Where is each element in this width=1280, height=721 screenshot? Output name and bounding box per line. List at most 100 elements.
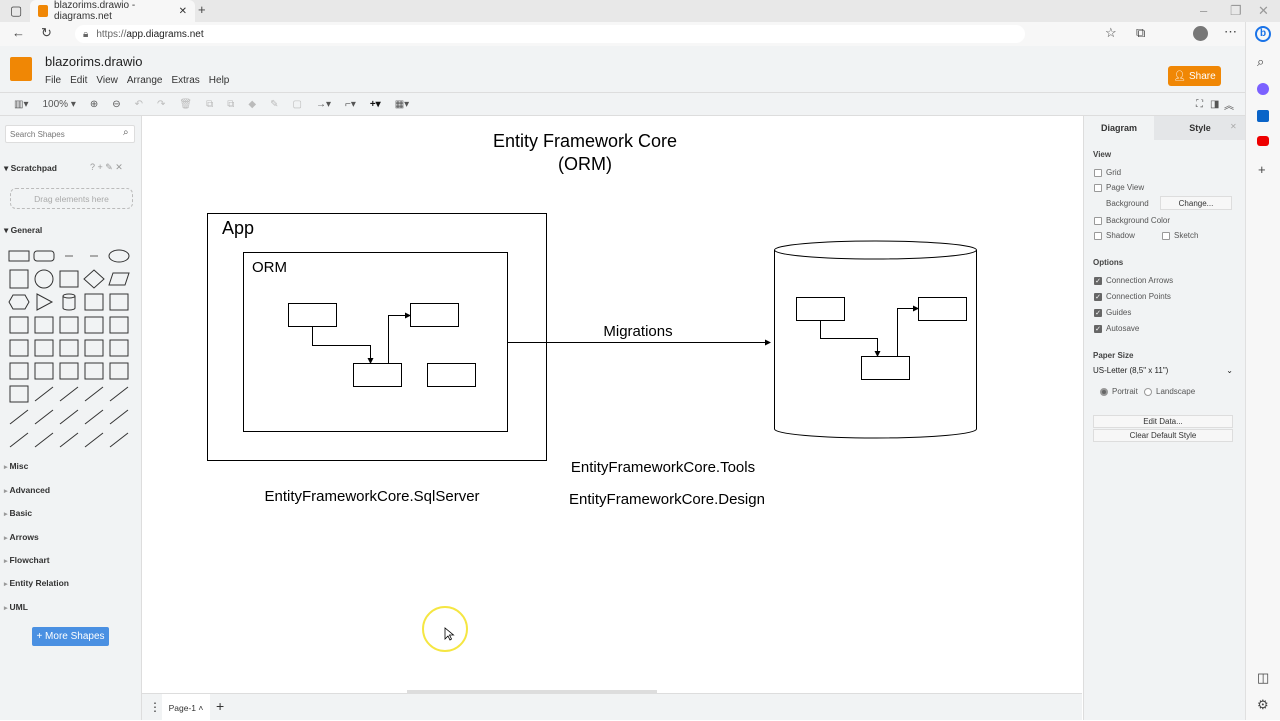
copilot-icon[interactable] [1257,83,1269,95]
close-tab-icon[interactable]: ✕ [179,6,187,17]
shape-ellipse[interactable] [107,246,131,266]
favorites-icon[interactable]: ☆ [1105,25,1117,41]
shape-and[interactable] [7,361,31,381]
shape-list[interactable] [7,384,31,404]
diagram-title[interactable]: Entity Framework Core [493,131,677,151]
scratchpad-actions-icons[interactable]: ? + ✎ ✕ [90,162,123,173]
sidebar-toggle-icon[interactable]: ◫ [1257,670,1269,686]
shape-dash-arrow[interactable] [57,430,81,450]
menu-arrange[interactable]: Arrange [127,75,163,86]
category-arrows[interactable]: Arrows [4,532,38,542]
shape-tab[interactable] [82,361,106,381]
fullscreen-icon[interactable]: ⛶ [1196,99,1203,110]
menu-file[interactable]: File [45,75,61,86]
tab-diagram[interactable]: Diagram [1084,116,1154,140]
shape-actor[interactable] [82,338,106,358]
sqlserver-package-label[interactable]: EntityFrameworkCore.SqlServer [264,488,479,505]
sketch-checkbox[interactable]: Sketch [1162,231,1198,240]
change-background-button[interactable]: Change... [1160,196,1232,210]
delete-icon[interactable]: 🗑︎ [179,99,192,110]
design-package-label[interactable]: EntityFrameworkCore.Design [569,491,765,508]
guides-checkbox[interactable]: ✓ Guides [1094,308,1131,317]
connection-icon[interactable]: →▾ [316,99,331,110]
category-flowchart[interactable]: Flowchart [4,555,49,565]
category-basic[interactable]: Basic [4,508,32,518]
connection-arrows-checkbox[interactable]: ✓ Connection Arrows [1094,276,1173,285]
shape-dashed-line[interactable] [7,407,31,427]
shape-cylinder[interactable] [57,292,81,312]
close-panel-icon[interactable]: ✕ [1230,122,1237,131]
clear-default-style-button[interactable]: Clear Default Style [1093,429,1233,442]
to-back-icon[interactable]: ⧉ [227,99,234,110]
autosave-checkbox[interactable]: ✓ Autosave [1094,324,1139,333]
tab-actions-icon[interactable]: ▢ [10,3,22,19]
shape-rect[interactable] [7,246,31,266]
shape-link[interactable] [107,430,131,450]
page-view-checkbox[interactable]: Page View [1094,183,1144,192]
more-icon[interactable]: ⋯ [1224,24,1237,40]
share-button[interactable]: 👤︎ Share [1168,66,1221,86]
to-front-icon[interactable]: ⧉ [206,99,213,110]
zoom-select[interactable]: 100% ▾ [42,99,75,110]
outlook-icon[interactable] [1257,110,1269,122]
shape-bidir-arrow[interactable] [82,384,106,404]
search-icon[interactable]: ⌕ [1257,54,1264,70]
diagram-canvas[interactable]: Entity Framework Core (ORM) App ORM Migr… [142,116,1082,693]
collapse-icon[interactable]: ︽ [1224,97,1234,112]
add-page-icon[interactable]: + [216,698,224,714]
orm-container[interactable] [243,252,508,432]
orm-inner-shapes[interactable] [288,303,476,387]
back-icon[interactable]: ← [12,25,25,40]
shadow-checkbox[interactable]: Shadow [1094,231,1135,240]
shape-thick-line[interactable] [7,430,31,450]
category-uml[interactable]: UML [4,602,27,612]
file-title[interactable]: blazorims.drawio [45,54,143,69]
close-window-icon[interactable]: ✕ [1258,3,1269,19]
page-tab[interactable]: Page-1 ˄ [162,694,210,721]
shape-text[interactable] [57,246,81,266]
scratchpad-drop-zone[interactable]: Drag elements here [10,188,133,209]
fill-color-icon[interactable]: ◆ [248,99,256,110]
app-container[interactable] [207,213,547,461]
shape-process[interactable] [57,269,81,289]
pages-menu-icon[interactable]: ⋮ [149,700,161,714]
shape-step[interactable] [57,315,81,335]
shape-textbox[interactable] [82,246,106,266]
shape-callout[interactable] [57,338,81,358]
app-label[interactable]: App [222,218,254,238]
portrait-radio[interactable]: Portrait [1100,387,1138,396]
shape-cloud[interactable] [82,292,106,312]
category-advanced[interactable]: Advanced [4,485,50,495]
grid-checkbox[interactable]: Grid [1094,168,1121,177]
shape-tape[interactable] [107,315,131,335]
shape-frame[interactable] [107,361,131,381]
landscape-radio[interactable]: Landscape [1144,387,1195,396]
edit-data-button[interactable]: Edit Data... [1093,415,1233,428]
shape-line-h[interactable] [32,384,56,404]
shape-document[interactable] [107,292,131,312]
view-panels-icon[interactable]: ▥▾ [14,99,28,110]
url-field[interactable]: 🔒︎ https://app.diagrams.net [75,25,1025,43]
shape-or[interactable] [107,338,131,358]
diagram-subtitle[interactable]: (ORM) [558,154,612,174]
paper-size-select[interactable]: US-Letter (8,5" x 11") ⌄ [1093,366,1233,375]
category-entity-relation[interactable]: Entity Relation [4,578,69,588]
shape-card[interactable] [32,338,56,358]
waypoints-icon[interactable]: ⌐▾ [345,99,356,110]
shape-cube[interactable] [32,315,56,335]
shape-triangle[interactable] [32,292,56,312]
orm-label[interactable]: ORM [252,259,287,276]
shape-dotted-line[interactable] [32,407,56,427]
table-icon[interactable]: ▦▾ [395,99,409,110]
search-shapes-input[interactable] [5,125,135,143]
menu-edit[interactable]: Edit [70,75,87,86]
line-color-icon[interactable]: ✎ [270,99,278,110]
shape-line[interactable] [57,407,81,427]
shape-square2[interactable] [57,361,81,381]
add-icon[interactable]: + [1258,162,1266,177]
shape-trapezoid[interactable] [82,315,106,335]
minimize-icon[interactable]: – [1200,3,1207,18]
menu-view[interactable]: View [96,75,118,86]
restore-icon[interactable]: ❐ [1230,3,1242,19]
shape-arrow-line[interactable] [32,430,56,450]
